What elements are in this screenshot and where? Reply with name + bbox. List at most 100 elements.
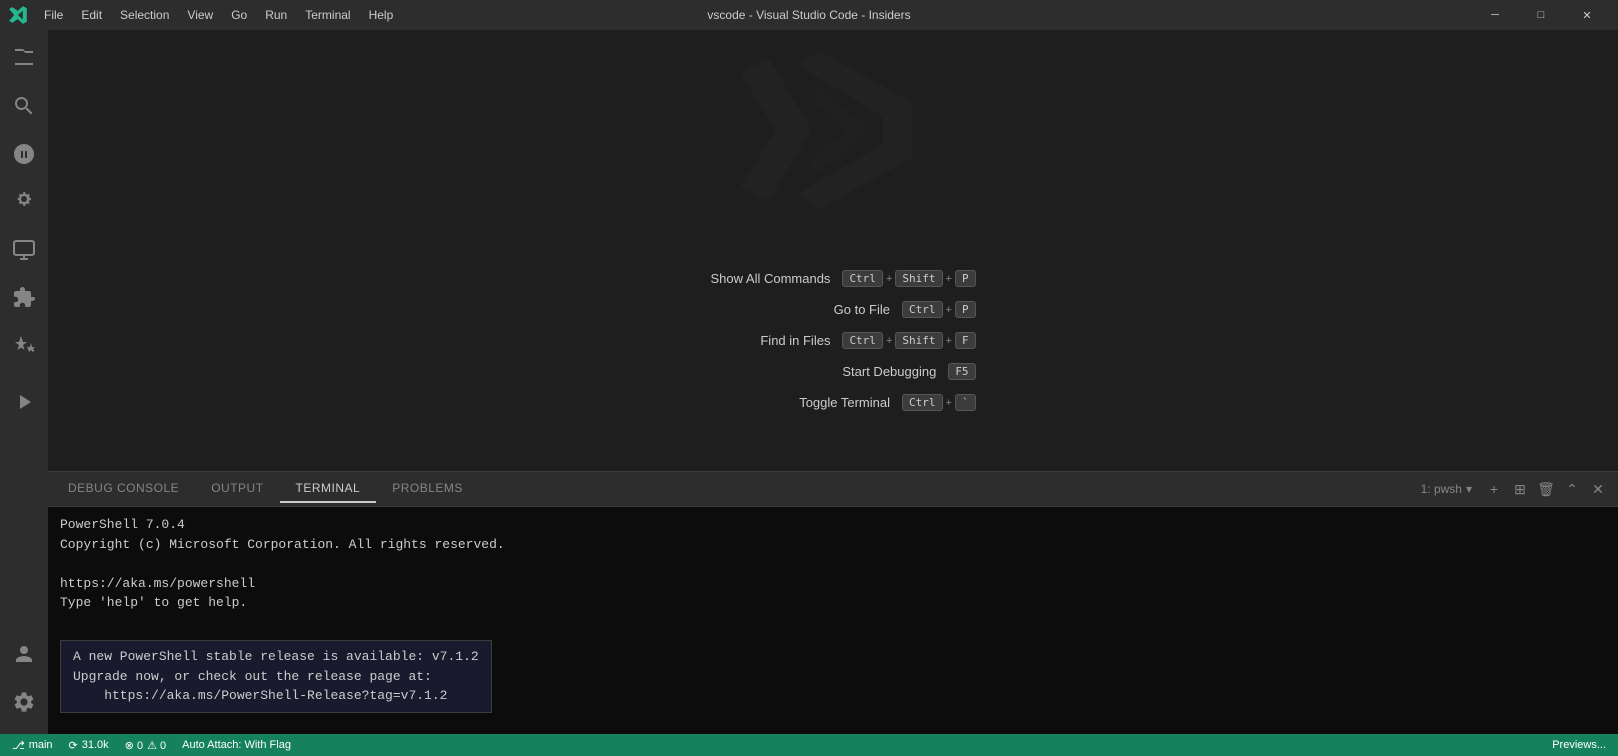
- vscode-welcome-logo: [723, 30, 943, 230]
- panel-tabs: DEBUG CONSOLE OUTPUT TERMINAL PROBLEMS 1…: [48, 472, 1618, 507]
- shortcut-keys-2: Ctrl + P: [902, 301, 976, 318]
- status-bar-left: ⎇ main ⟳ 31.0k ⊗ 0 ⚠ 0 Auto Attach: With…: [8, 739, 295, 752]
- terminal-line-6: [60, 613, 1606, 633]
- key-p-1: P: [955, 270, 976, 287]
- menu-terminal[interactable]: Terminal: [297, 6, 358, 24]
- close-panel-button[interactable]: ✕: [1586, 477, 1610, 501]
- window-controls: ─ □ ✕: [1472, 0, 1610, 30]
- terminal-line-2: Copyright (c) Microsoft Corporation. All…: [60, 535, 1606, 555]
- shortcut-row-1: Show All Commands Ctrl + Shift + P: [690, 270, 975, 287]
- explorer-icon: [12, 46, 36, 70]
- debug-icon: [12, 190, 36, 214]
- tab-output[interactable]: OUTPUT: [195, 475, 279, 503]
- notice-line-1: A new PowerShell stable release is avail…: [73, 647, 479, 667]
- terminal-line-4: https://aka.ms/powershell: [60, 574, 1606, 594]
- vscode-logo-icon: [8, 5, 28, 25]
- main-container: Show All Commands Ctrl + Shift + P Go to…: [0, 30, 1618, 734]
- sync-icon: ⟳: [69, 739, 78, 752]
- branch-name: main: [29, 739, 53, 751]
- close-button[interactable]: ✕: [1564, 0, 1610, 30]
- menu-selection[interactable]: Selection: [112, 6, 177, 24]
- shortcut-row-4: Start Debugging F5: [690, 363, 975, 380]
- maximize-panel-button[interactable]: ⌃: [1560, 477, 1584, 501]
- kill-terminal-button[interactable]: 🗑: [1534, 477, 1558, 501]
- shortcut-keys-3: Ctrl + Shift + F: [842, 332, 975, 349]
- activity-explorer[interactable]: [0, 34, 48, 82]
- shortcut-label-3: Find in Files: [690, 333, 830, 348]
- terminal-name[interactable]: 1: pwsh ▾: [1413, 480, 1480, 498]
- key-ctrl-2: Ctrl: [902, 301, 943, 318]
- key-p-2: P: [955, 301, 976, 318]
- activity-remote[interactable]: [0, 226, 48, 274]
- status-previews[interactable]: Previews...: [1548, 739, 1610, 751]
- key-ctrl-1: Ctrl: [842, 270, 883, 287]
- auto-attach-text: Auto Attach: With Flag: [182, 739, 291, 751]
- menu-run[interactable]: Run: [257, 6, 295, 24]
- terminal-line-1: PowerShell 7.0.4: [60, 515, 1606, 535]
- account-icon: [12, 642, 36, 666]
- shortcut-label-5: Toggle Terminal: [750, 395, 890, 410]
- menu-file[interactable]: File: [36, 6, 71, 24]
- activity-extensions[interactable]: [0, 274, 48, 322]
- chevron-down-icon: ▾: [1466, 482, 1472, 496]
- activity-debug[interactable]: [0, 178, 48, 226]
- key-f5: F5: [948, 363, 975, 380]
- shortcut-label-2: Go to File: [750, 302, 890, 317]
- activity-settings[interactable]: [0, 678, 48, 726]
- shortcut-label-1: Show All Commands: [690, 271, 830, 286]
- key-backtick: `: [955, 394, 976, 411]
- title-bar: File Edit Selection View Go Run Terminal…: [0, 0, 1618, 30]
- status-auto-attach[interactable]: Auto Attach: With Flag: [178, 739, 295, 751]
- terminal-prompt-line: PS C:\Users\merogge\repos\vscode>: [60, 721, 1606, 735]
- activity-source-action[interactable]: [0, 378, 48, 426]
- menu-go[interactable]: Go: [223, 6, 255, 24]
- key-f-3: F: [955, 332, 976, 349]
- status-bar-right: Previews...: [1548, 739, 1610, 751]
- window-title: vscode - Visual Studio Code - Insiders: [707, 8, 910, 22]
- notice-line-3: https://aka.ms/PowerShell-Release?tag=v7…: [73, 686, 479, 706]
- terminal-line-3: [60, 554, 1606, 574]
- branch-icon: ⎇: [12, 739, 25, 752]
- maximize-button[interactable]: □: [1518, 0, 1564, 30]
- error-count: 31.0k: [82, 739, 109, 751]
- activity-bar: [0, 30, 48, 734]
- minimize-button[interactable]: ─: [1472, 0, 1518, 30]
- shortcut-row-3: Find in Files Ctrl + Shift + F: [690, 332, 975, 349]
- editor-area: Show All Commands Ctrl + Shift + P Go to…: [48, 30, 1618, 734]
- terminal-panel: DEBUG CONSOLE OUTPUT TERMINAL PROBLEMS 1…: [48, 471, 1618, 734]
- tab-terminal[interactable]: TERMINAL: [280, 475, 377, 503]
- key-ctrl-5: Ctrl: [902, 394, 943, 411]
- shortcut-row-5: Toggle Terminal Ctrl + `: [690, 394, 975, 411]
- source-action-icon: [12, 390, 36, 414]
- add-terminal-button[interactable]: +: [1482, 477, 1506, 501]
- previews-text: Previews...: [1552, 739, 1606, 751]
- activity-source-control[interactable]: [0, 130, 48, 178]
- status-branch[interactable]: ⎇ main: [8, 739, 57, 752]
- tab-debug-console[interactable]: DEBUG CONSOLE: [52, 475, 195, 503]
- menu-view[interactable]: View: [179, 6, 221, 24]
- activity-bar-bottom: [0, 630, 48, 734]
- shortcut-keys-5: Ctrl + `: [902, 394, 976, 411]
- panel-actions: 1: pwsh ▾ + ⊞ 🗑 ⌃ ✕: [1413, 477, 1618, 501]
- extensions-icon: [12, 286, 36, 310]
- shortcut-keys-4: F5: [948, 363, 975, 380]
- tab-problems[interactable]: PROBLEMS: [376, 475, 479, 503]
- menu-edit[interactable]: Edit: [73, 6, 110, 24]
- activity-testing[interactable]: [0, 322, 48, 370]
- activity-account[interactable]: [0, 630, 48, 678]
- activity-search[interactable]: [0, 82, 48, 130]
- split-terminal-button[interactable]: ⊞: [1508, 477, 1532, 501]
- notice-line-2: Upgrade now, or check out the release pa…: [73, 667, 479, 687]
- key-shift-1: Shift: [895, 270, 942, 287]
- error-icon: ⊗ 0: [125, 739, 143, 752]
- shortcut-row-2: Go to File Ctrl + P: [690, 301, 975, 318]
- title-bar-menu: File Edit Selection View Go Run Terminal…: [8, 5, 401, 25]
- testing-icon: [12, 334, 36, 358]
- source-control-icon: [12, 142, 36, 166]
- status-problems[interactable]: ⊗ 0 ⚠ 0: [121, 739, 170, 752]
- status-errors[interactable]: ⟳ 31.0k: [65, 739, 113, 752]
- menu-help[interactable]: Help: [361, 6, 402, 24]
- terminal-content[interactable]: PowerShell 7.0.4 Copyright (c) Microsoft…: [48, 507, 1618, 734]
- shortcut-keys-1: Ctrl + Shift + P: [842, 270, 975, 287]
- key-shift-3: Shift: [895, 332, 942, 349]
